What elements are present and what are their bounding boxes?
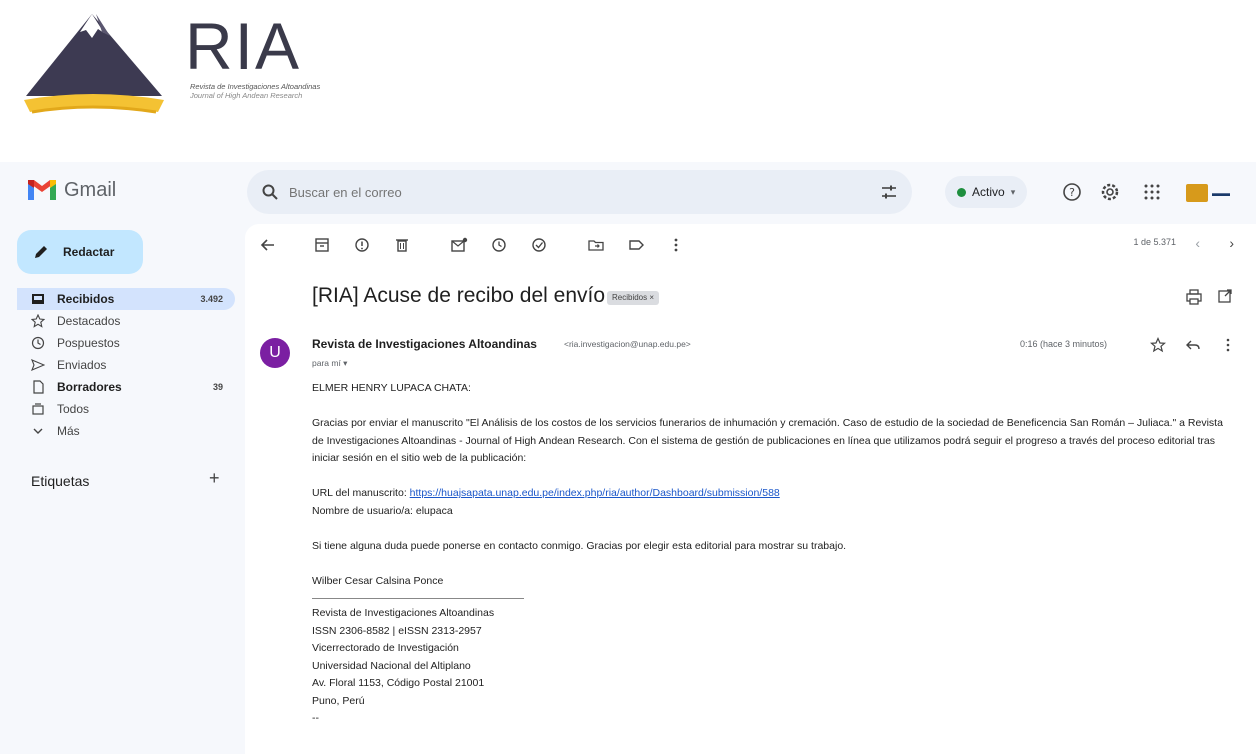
move-to-icon[interactable] <box>587 236 605 254</box>
body-paragraph-2: Si tiene alguna duda puede ponerse en co… <box>312 539 847 552</box>
inbox-count: 3.492 <box>200 294 223 304</box>
star-icon <box>31 314 45 328</box>
signature-line: Vicerrectorado de Investigación <box>312 642 459 654</box>
sidebar-item-label: Destacados <box>57 314 121 328</box>
back-arrow-icon[interactable] <box>259 236 277 254</box>
body-paragraph-1: Gracias por enviar el manuscrito "El Aná… <box>312 417 1223 464</box>
pencil-icon <box>35 246 47 258</box>
chevron-down-icon <box>33 428 43 434</box>
sidebar-item-snoozed[interactable]: Pospuestos <box>17 332 235 354</box>
sidebar-nav: Recibidos 3.492 Destacados Pospuestos En… <box>17 288 235 442</box>
draft-icon <box>33 380 44 394</box>
snooze-icon[interactable] <box>490 236 508 254</box>
mountain-logo-icon <box>24 14 164 114</box>
avatar[interactable]: U <box>260 338 290 368</box>
url-label: URL del manuscrito: <box>312 487 407 499</box>
gmail-window: Gmail Activo ▾ ? <box>0 162 1256 754</box>
status-dot <box>957 187 966 197</box>
label-icon[interactable] <box>627 236 645 254</box>
mark-unread-icon[interactable] <box>450 236 468 254</box>
star-icon[interactable] <box>1150 337 1166 353</box>
sidebar-item-all-mail[interactable]: Todos <box>17 398 235 420</box>
journal-acronym: RIA <box>185 9 302 83</box>
email-subject: [RIA] Acuse de recibo del envío <box>312 284 606 307</box>
send-icon <box>31 358 45 372</box>
gmail-logo[interactable]: Gmail <box>26 178 116 202</box>
email-time: 0:16 (hace 3 minutos) <box>1020 339 1108 349</box>
compose-label: Redactar <box>63 245 115 259</box>
top-bar: Gmail Activo ▾ ? <box>0 162 1256 224</box>
sidebar-item-label: Borradores <box>57 380 122 394</box>
sidebar-item-label: Enviados <box>57 358 107 372</box>
journal-name-en: Journal of High Andean Research <box>190 91 303 100</box>
inbox-icon <box>32 294 44 304</box>
signature-line: Universidad Nacional del Altiplano <box>312 659 471 672</box>
status-selector[interactable]: Activo ▾ <box>945 176 1028 208</box>
inbox-label-chip[interactable]: Recibidos × <box>607 291 660 305</box>
email-view: 1 de 5.371 ‹ › [RIA] Acuse de recibo del… <box>245 224 1256 754</box>
add-task-icon[interactable] <box>530 236 548 254</box>
journal-name-es: Revista de Investigaciones Altoandinas <box>190 82 321 91</box>
gear-icon[interactable] <box>1100 182 1120 202</box>
report-spam-icon[interactable] <box>353 236 371 254</box>
open-new-window-icon[interactable] <box>1217 288 1233 304</box>
recipient-details[interactable]: para mí ▾ <box>312 358 347 369</box>
svg-text:?: ? <box>1069 186 1075 199</box>
labels-heading: Etiquetas <box>31 473 90 489</box>
sidebar-item-starred[interactable]: Destacados <box>17 310 235 332</box>
search-options-icon[interactable] <box>880 183 898 201</box>
sidebar-item-label: Recibidos <box>57 292 115 306</box>
chevron-left-icon[interactable]: ‹ <box>1195 235 1200 251</box>
gmail-wordmark: Gmail <box>64 178 117 201</box>
drafts-count: 39 <box>212 382 223 392</box>
print-icon[interactable] <box>1185 288 1203 306</box>
more-vert-icon[interactable] <box>667 236 685 254</box>
sidebar-item-more[interactable]: Más <box>17 420 235 442</box>
chevron-right-icon[interactable]: › <box>1229 235 1234 251</box>
signature-line: ISSN 2306-8582 | eISSN 2313-2957 <box>312 624 482 637</box>
search-bar[interactable] <box>247 170 912 214</box>
sidebar-item-inbox[interactable]: Recibidos 3.492 <box>17 288 235 310</box>
sender-name[interactable]: Revista de Investigaciones Altoandinas <box>312 337 537 351</box>
signer-name: Wilber Cesar Calsina Ponce <box>312 574 444 587</box>
organization-emblem-icon <box>1186 184 1208 202</box>
organization-mark-icon: ▬▬ <box>1212 188 1230 198</box>
signature-line: Revista de Investigaciones Altoandinas <box>312 607 495 619</box>
sidebar-item-label: Más <box>57 424 80 438</box>
manuscript-url-line: URL del manuscrito: https://huajsapata.u… <box>312 485 1237 503</box>
signature-divider <box>312 598 524 599</box>
signature-line: -- <box>312 712 319 724</box>
journal-header: RIA Revista de Investigaciones Altoandin… <box>0 0 1256 160</box>
email-body: ELMER HENRY LUPACA CHATA: Gracias por en… <box>312 380 1237 728</box>
signature-line: Av. Floral 1153, Código Postal 21001 <box>312 677 485 689</box>
more-vert-icon[interactable] <box>1225 337 1231 353</box>
sidebar-item-label: Pospuestos <box>57 336 120 350</box>
status-label: Activo <box>972 185 1005 199</box>
clock-icon <box>31 336 45 350</box>
pager-count: 1 de 5.371 <box>1133 237 1176 247</box>
reply-icon[interactable] <box>1185 337 1201 353</box>
manuscript-url-link[interactable]: https://huajsapata.unap.edu.pe/index.php… <box>410 487 780 499</box>
help-icon[interactable]: ? <box>1062 182 1082 202</box>
all-mail-icon <box>32 403 44 415</box>
compose-button[interactable]: Redactar <box>17 230 143 274</box>
greeting: ELMER HENRY LUPACA CHATA: <box>312 382 471 394</box>
signature-line: Puno, Perú <box>312 694 365 707</box>
add-label-button[interactable]: + <box>209 468 220 489</box>
chevron-down-icon: ▾ <box>1010 186 1016 197</box>
archive-icon[interactable] <box>313 236 331 254</box>
username-line: Nombre de usuario/a: elupaca <box>312 504 453 517</box>
sender-email: <ria.investigacion@unap.edu.pe> <box>564 339 691 349</box>
sidebar-item-label: Todos <box>57 402 90 416</box>
trash-icon[interactable] <box>393 236 411 254</box>
search-input[interactable] <box>289 184 880 200</box>
organization-logo[interactable]: ▬▬ <box>1186 180 1256 206</box>
gmail-m-icon <box>28 180 56 200</box>
search-icon[interactable] <box>261 183 279 201</box>
apps-grid-icon[interactable] <box>1142 182 1162 202</box>
sidebar-item-sent[interactable]: Enviados <box>17 354 235 376</box>
sidebar-item-drafts[interactable]: Borradores 39 <box>17 376 235 398</box>
